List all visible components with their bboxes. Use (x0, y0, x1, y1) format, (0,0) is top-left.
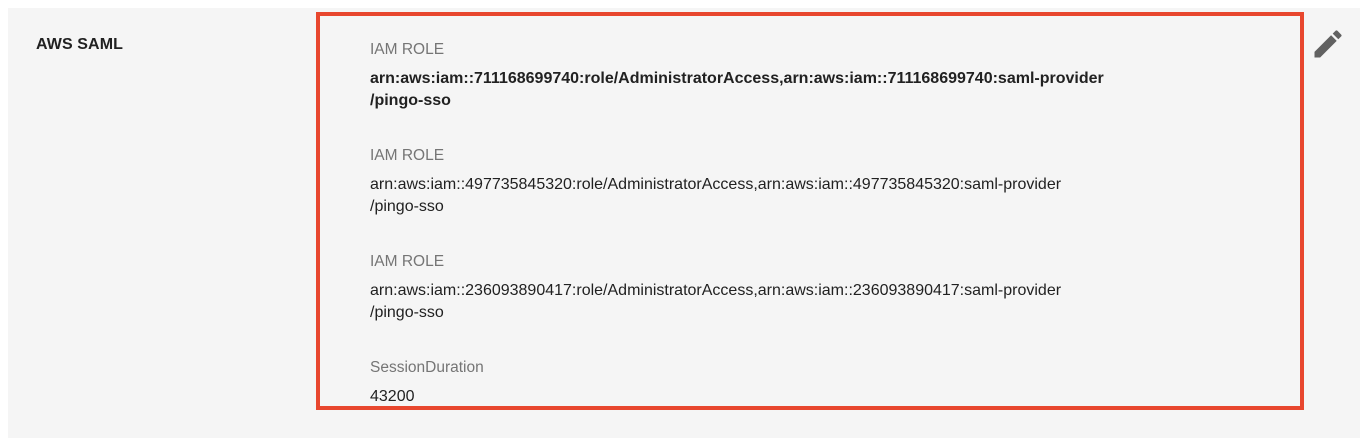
attribute-value-line: /pingo-sso (370, 92, 451, 109)
attribute-value-line: arn:aws:iam::711168699740:role/Administr… (370, 70, 1104, 87)
attribute-label: SessionDuration (370, 359, 484, 376)
attribute-iam-role-1: IAM ROLE arn:aws:iam::711168699740:role/… (370, 40, 1270, 112)
attribute-value: arn:aws:iam::497735845320:role/Administr… (370, 174, 1270, 218)
attribute-value-line: /pingo-sso (370, 198, 444, 215)
highlight-box: IAM ROLE arn:aws:iam::711168699740:role/… (316, 12, 1304, 410)
attribute-label: IAM ROLE (370, 41, 445, 58)
section-label: AWS SAML (36, 36, 124, 53)
attribute-label: IAM ROLE (370, 147, 445, 164)
attribute-value: arn:aws:iam::711168699740:role/Administr… (370, 68, 1270, 112)
attribute-label: IAM ROLE (370, 253, 445, 270)
attribute-value: 43200 (370, 388, 415, 405)
attribute-iam-role-2: IAM ROLE arn:aws:iam::497735845320:role/… (370, 146, 1270, 218)
aws-saml-panel: AWS SAML IAM ROLE arn:aws:iam::711168699… (8, 8, 1360, 438)
attribute-session-duration: SessionDuration 43200 (370, 358, 1270, 408)
attribute-value-line: arn:aws:iam::236093890417:role/Administr… (370, 282, 1062, 299)
attribute-value-line: arn:aws:iam::497735845320:role/Administr… (370, 176, 1062, 193)
attribute-value: arn:aws:iam::236093890417:role/Administr… (370, 280, 1270, 324)
attribute-iam-role-3: IAM ROLE arn:aws:iam::236093890417:role/… (370, 252, 1270, 324)
pencil-icon (1314, 30, 1342, 58)
edit-button[interactable] (1310, 26, 1346, 62)
attribute-value-line: /pingo-sso (370, 304, 444, 321)
